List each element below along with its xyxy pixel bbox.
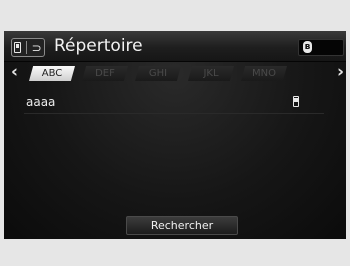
page: ⊃ Répertoire ʙ ‹ ABC DEF GHI JKL MNO › a…: [0, 0, 350, 266]
next-tabs-arrow[interactable]: ›: [337, 63, 344, 82]
alphabet-tab-row: ‹ ABC DEF GHI JKL MNO ›: [4, 62, 346, 84]
icon-divider: [25, 41, 27, 54]
header-bar: ⊃ Répertoire ʙ: [4, 31, 346, 62]
tab-mno[interactable]: MNO: [241, 66, 287, 81]
tab-jkl[interactable]: JKL: [188, 66, 234, 81]
back-arrow-icon: ⊃: [31, 40, 42, 55]
bluetooth-status: ʙ: [298, 39, 344, 56]
contact-list: aaaa: [24, 93, 324, 114]
contact-name: aaaa: [26, 95, 56, 109]
tab-def[interactable]: DEF: [82, 66, 128, 81]
page-title: Répertoire: [54, 36, 143, 56]
mobile-phone-icon: [293, 96, 299, 107]
search-button[interactable]: Rechercher: [126, 216, 238, 235]
list-item[interactable]: aaaa: [24, 93, 324, 114]
previous-tabs-arrow[interactable]: ‹: [11, 63, 18, 82]
phone-back-icon[interactable]: ⊃: [11, 38, 45, 57]
phone-icon: [14, 42, 22, 53]
phonebook-screen: ⊃ Répertoire ʙ ‹ ABC DEF GHI JKL MNO › a…: [4, 31, 346, 239]
tab-abc[interactable]: ABC: [29, 66, 75, 81]
tab-ghi[interactable]: GHI: [135, 66, 181, 81]
bluetooth-icon: ʙ: [303, 41, 312, 53]
